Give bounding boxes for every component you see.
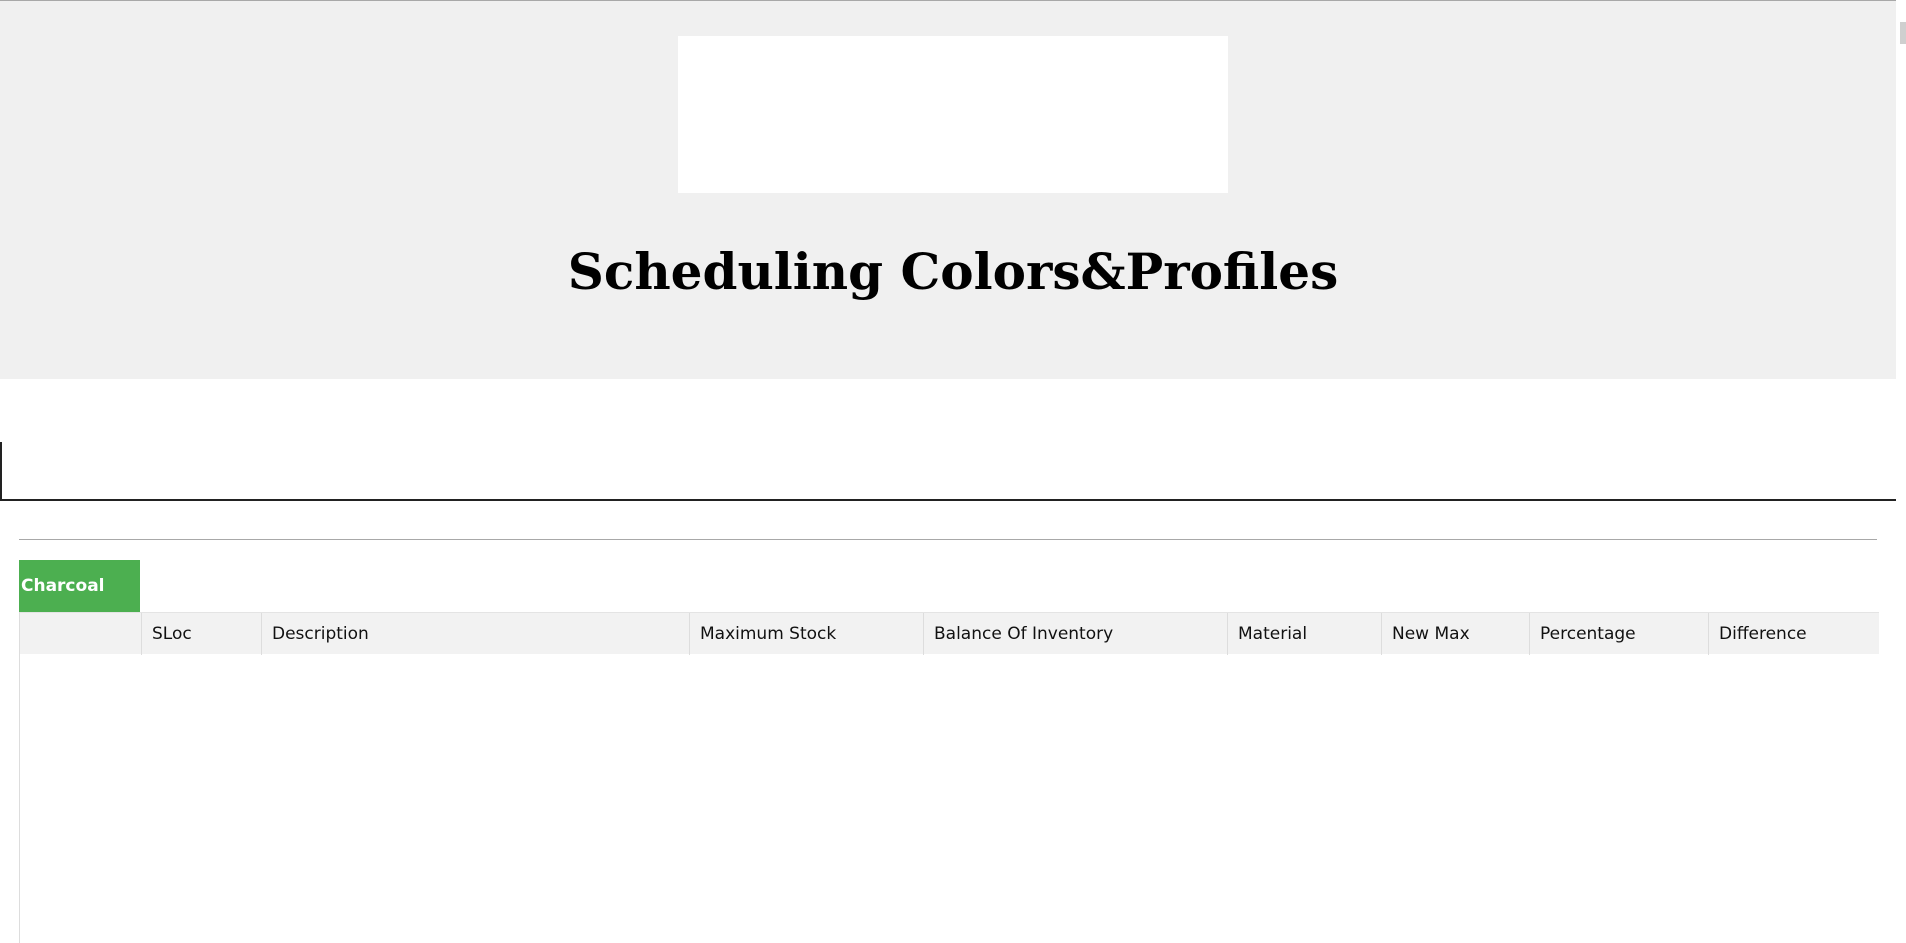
tab-charcoal[interactable]: Charcoal xyxy=(19,560,140,612)
column-header-new-max: New Max xyxy=(1381,613,1529,655)
column-header-material: Material xyxy=(1227,613,1381,655)
frame-edge xyxy=(0,442,2,501)
column-header-description: Description xyxy=(261,613,689,655)
embedded-frame xyxy=(0,380,1898,501)
divider xyxy=(19,539,1877,540)
column-header-difference: Difference xyxy=(1708,613,1879,655)
page-title: Scheduling Colors&Profiles xyxy=(567,242,1339,301)
scrollbar-thumb[interactable] xyxy=(1900,22,1906,44)
header-banner: Scheduling Colors&Profiles xyxy=(0,1,1906,379)
column-header-maximum-stock: Maximum Stock xyxy=(689,613,923,655)
page: Scheduling Colors&Profiles Charcoal SLoc… xyxy=(0,0,1906,943)
vertical-scrollbar[interactable] xyxy=(1896,0,1906,943)
table-header-row: SLoc Description Maximum Stock Balance O… xyxy=(20,612,1879,655)
column-header-percentage: Percentage xyxy=(1529,613,1708,655)
inventory-table: SLoc Description Maximum Stock Balance O… xyxy=(19,612,1879,943)
column-header-blank xyxy=(20,613,141,655)
logo-image xyxy=(678,36,1228,193)
column-header-balance-of-inventory: Balance Of Inventory xyxy=(923,613,1227,655)
column-header-sloc: SLoc xyxy=(141,613,261,655)
